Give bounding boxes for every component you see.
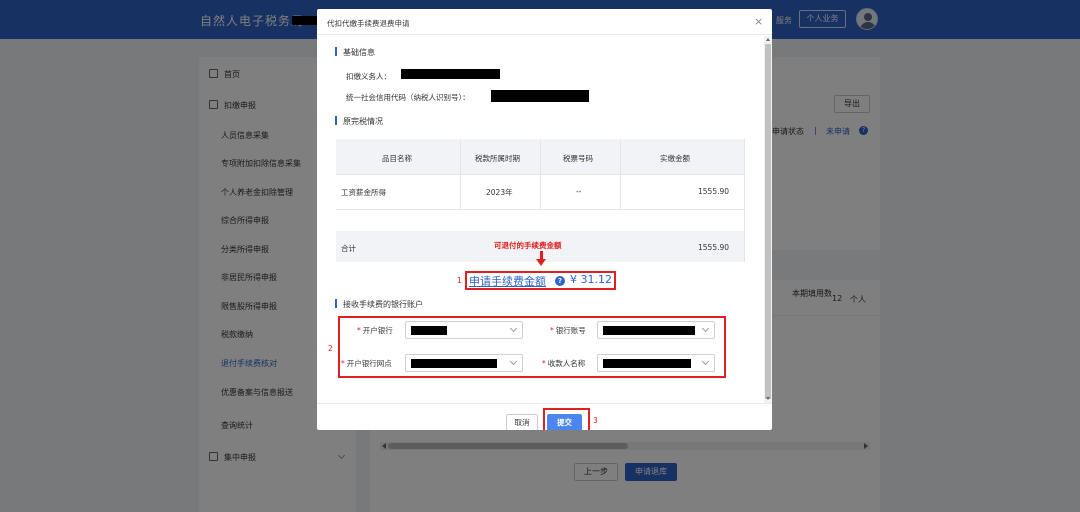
row-ticket: -- [576, 187, 582, 196]
withholder-value-redacted [401, 69, 500, 79]
bank-select[interactable] [405, 321, 523, 339]
close-icon[interactable]: × [754, 16, 763, 27]
dialog-title: 代扣代缴手续费退费申请 [327, 19, 410, 28]
divider [744, 139, 745, 262]
bank-value-redacted [411, 326, 447, 335]
chevron-down-icon [701, 324, 710, 333]
account-select[interactable] [597, 321, 715, 339]
bank-section-title: 接收手续费的银行账户 [335, 299, 423, 310]
refundable-fee-annotation: 可退付的手续费金额 [494, 241, 562, 250]
tax-section-title: 原完税情况 [335, 116, 383, 127]
header-amount: 实缴金额 [660, 154, 690, 163]
cancel-button[interactable]: 取消 [506, 414, 538, 430]
arrow-head-icon [536, 259, 546, 266]
marker-3: 3 [593, 416, 598, 425]
submit-button[interactable]: 提交 [547, 414, 582, 430]
header-ticket: 税票号码 [563, 154, 593, 163]
chevron-down-icon [701, 357, 710, 366]
row-item: 工资薪金所得 [341, 188, 386, 197]
fee-refund-dialog: 代扣代缴手续费退费申请 × 基础信息 扣缴义务人： 统一社会信用代码（纳税人识别… [317, 9, 772, 430]
branch-value-redacted [411, 359, 497, 368]
scrollbar-thumb[interactable] [765, 44, 771, 399]
branch-label: * 开户银行网点 [341, 359, 392, 368]
header-period: 税款所属时期 [475, 154, 520, 163]
account-label: * 银行账号 [550, 326, 586, 335]
help-icon[interactable]: ? [555, 276, 565, 286]
account-value-redacted [603, 326, 695, 335]
chevron-down-icon [509, 357, 518, 366]
payee-value-redacted [603, 359, 691, 368]
scroll-up-icon[interactable] [766, 38, 770, 41]
chevron-down-icon [509, 324, 518, 333]
header-item: 品目名称 [382, 154, 412, 163]
scroll-down-icon[interactable] [766, 397, 770, 400]
marker-1: 1 [457, 276, 462, 285]
divider [336, 209, 744, 210]
payee-label: * 收款人名称 [542, 359, 586, 368]
basic-info-title: 基础信息 [335, 47, 375, 58]
total-amount: 1555.90 [698, 243, 730, 252]
row-amount: 1555.90 [698, 187, 730, 196]
apply-amount-label: 申请手续费金额 [469, 275, 546, 288]
bank-label: * 开户银行 [357, 326, 393, 335]
divider [336, 174, 744, 175]
dialog-header: 代扣代缴手续费退费申请 × [317, 9, 772, 35]
payee-select[interactable] [597, 354, 715, 372]
apply-amount-value: ¥ 31.12 [570, 273, 612, 286]
credit-code-value-redacted [491, 90, 589, 102]
vertical-scrollbar[interactable] [764, 36, 772, 403]
branch-select[interactable] [405, 354, 523, 372]
credit-code-label: 统一社会信用代码（纳税人识别号）： [346, 93, 470, 102]
row-period: 2023年 [486, 188, 513, 197]
withholder-label: 扣缴义务人： [346, 72, 391, 81]
marker-2: 2 [328, 344, 333, 353]
total-label: 合计 [341, 244, 356, 253]
